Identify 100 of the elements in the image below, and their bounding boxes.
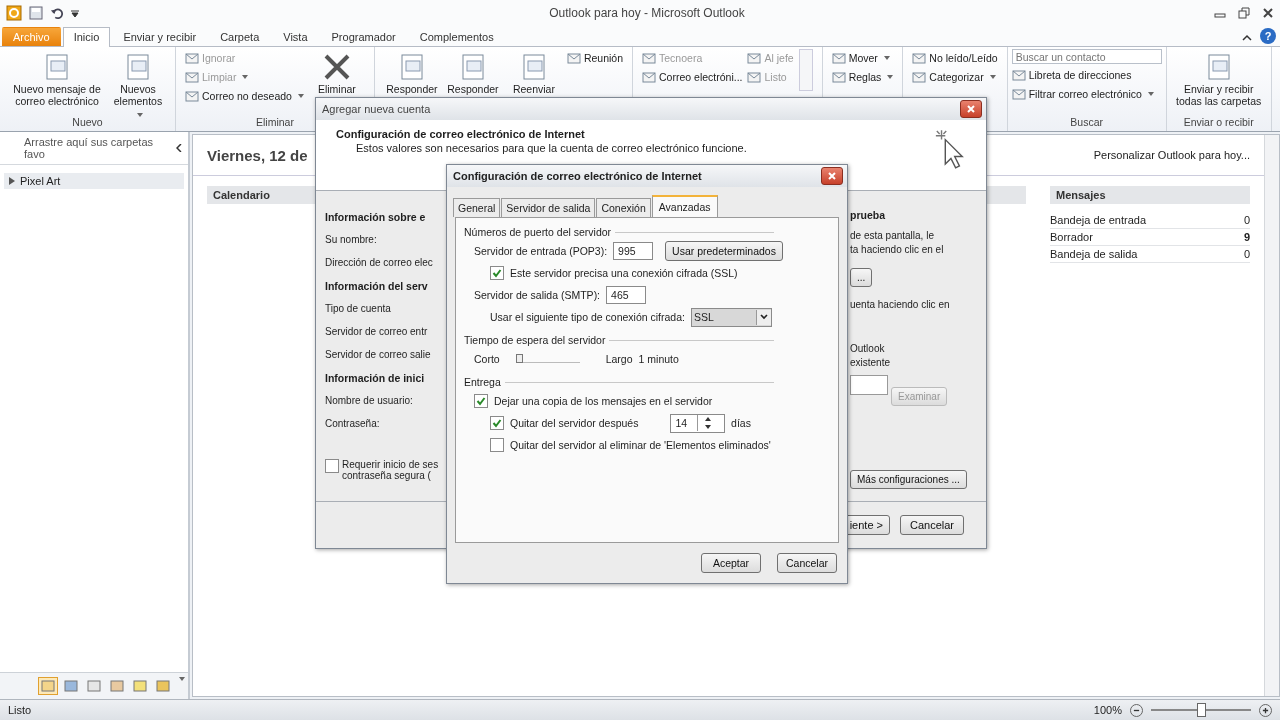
- messages-header: Mensajes: [1050, 186, 1250, 204]
- message-count: 0: [1243, 248, 1250, 260]
- checkbox[interactable]: [490, 438, 504, 452]
- port-field[interactable]: 465: [606, 286, 647, 304]
- ribbon-tab[interactable]: Vista: [272, 27, 319, 46]
- days-spinner[interactable]: 14: [670, 413, 726, 433]
- undo-icon[interactable]: [50, 6, 64, 20]
- ribbon-button[interactable]: Filtrar correo electrónico: [1011, 85, 1162, 102]
- defaults-button[interactable]: Usar predeterminados: [665, 241, 783, 261]
- field-label: Servidor de correo salie: [325, 349, 431, 360]
- dialog-button[interactable]: Aceptar: [701, 553, 761, 573]
- caret-icon: [883, 55, 890, 60]
- ribbon-tab[interactable]: Programador: [320, 27, 407, 46]
- nav-button[interactable]: [61, 677, 81, 695]
- group-label: Eliminar: [255, 116, 295, 130]
- zoom-slider-thumb[interactable]: [1197, 703, 1206, 717]
- chevron-left-icon[interactable]: [176, 144, 182, 152]
- group-label: Enviar o recibir: [1182, 116, 1255, 130]
- collapse-ribbon-icon[interactable]: [1242, 34, 1252, 42]
- checkbox-label: Quitar del servidor después: [510, 417, 639, 429]
- checkbox[interactable]: [490, 416, 504, 430]
- text-fragment: Outlook: [850, 342, 885, 354]
- dialog-tab[interactable]: Avanzadas: [651, 195, 718, 218]
- dialog-tab[interactable]: Servidor de salida: [501, 198, 596, 217]
- delete-button[interactable]: Eliminar: [308, 49, 365, 95]
- close-button[interactable]: [960, 100, 982, 118]
- ribbon-button[interactable]: Correo electróni...: [642, 68, 743, 85]
- dialog-button[interactable]: ...: [850, 268, 873, 287]
- slider-label: Largo: [605, 353, 633, 365]
- close-icon: [827, 171, 837, 181]
- cursor-sparkle-icon: [934, 128, 966, 170]
- dialog-title: Configuración de correo electrónico de Internet: [453, 170, 702, 182]
- ribbon-button[interactable]: Libreta de direcciones: [1011, 66, 1162, 83]
- customize-link[interactable]: Personalizar Outlook para hoy...: [1093, 149, 1250, 161]
- ribbon-button[interactable]: Responder: [444, 49, 501, 95]
- folder-link[interactable]: Bandeja de entrada: [1050, 214, 1147, 226]
- dialog-tab[interactable]: Conexión: [596, 198, 651, 217]
- ribbon-button[interactable]: Enviar y recibir todas las carpetas: [1170, 49, 1267, 107]
- ribbon-button[interactable]: No leído/Leído: [912, 49, 998, 66]
- caret-icon: [179, 677, 185, 681]
- search-contact-field[interactable]: Buscar un contacto: [1011, 49, 1162, 64]
- folder-link[interactable]: Borrador: [1050, 231, 1093, 243]
- checkbox[interactable]: [474, 394, 488, 408]
- ribbon-tab[interactable]: Carpeta: [209, 27, 271, 46]
- ribbon-button[interactable]: Responder: [383, 49, 440, 95]
- field-label: Dirección de correo elec: [325, 257, 433, 268]
- dialog-title: Agregar nueva cuenta: [322, 103, 431, 115]
- ribbon-button[interactable]: Nuevo mensaje de correo electrónico: [9, 49, 105, 107]
- slider-label: Corto: [474, 353, 500, 365]
- dialog-button[interactable]: Cancelar: [900, 515, 964, 535]
- caret-icon: [1147, 91, 1154, 96]
- ribbon-tab[interactable]: Enviar y recibir: [112, 27, 208, 46]
- gallery-scrollbar[interactable]: [798, 49, 813, 91]
- caret-icon: [242, 74, 249, 79]
- group-label: Nuevo: [71, 116, 104, 130]
- customize-dropdown-icon[interactable]: [70, 8, 80, 18]
- close-icon: [966, 104, 976, 114]
- ribbon-button[interactable]: Categorizar: [912, 68, 998, 85]
- ribbon-tab[interactable]: Complementos: [408, 27, 505, 46]
- window-title: Outlook para hoy - Microsoft Outlook: [548, 6, 746, 20]
- restore-icon[interactable]: [1238, 7, 1250, 19]
- chevron-down-icon: [760, 314, 768, 320]
- expand-arrow-icon[interactable]: [8, 177, 16, 185]
- message-count: 0: [1243, 214, 1250, 226]
- field-label: Tipo de cuenta: [325, 303, 391, 314]
- field-label: Su nombre:: [325, 234, 377, 245]
- save-icon[interactable]: [28, 5, 44, 21]
- dialog-button[interactable]: Cancelar: [777, 553, 837, 573]
- section-heading: Información sobre e: [325, 210, 426, 223]
- help-button[interactable]: ?: [1260, 28, 1276, 44]
- checkbox[interactable]: [325, 459, 339, 473]
- ribbon-button[interactable]: Reenviar: [505, 49, 562, 95]
- close-button[interactable]: [821, 167, 843, 185]
- section-heading: Información de inici: [325, 371, 425, 384]
- caret-icon: [136, 113, 143, 117]
- ribbon-button[interactable]: Mover: [831, 49, 894, 66]
- file-path-field[interactable]: [850, 375, 888, 395]
- dialog-button[interactable]: Más configuraciones ...: [850, 470, 967, 489]
- dialog-subtitle: Estos valores son necesarios para que la cuenta de correo electrónico funcione.: [355, 142, 747, 154]
- close-icon[interactable]: [1262, 7, 1274, 19]
- ribbon-button[interactable]: Correo no deseado: [185, 87, 304, 104]
- ribbon-button[interactable]: Nuevos elementos: [110, 49, 166, 119]
- ribbon-tab[interactable]: Inicio: [62, 27, 111, 47]
- timeout-reading: 1 minuto: [638, 353, 679, 365]
- folder-link[interactable]: Bandeja de salida: [1050, 248, 1138, 260]
- folder-item[interactable]: Pixel Art: [4, 173, 184, 189]
- ribbon-button[interactable]: Reunión: [566, 49, 624, 66]
- nav-button[interactable]: [107, 677, 127, 695]
- field-label: Servidor de entrada (POP3):: [474, 245, 608, 257]
- encryption-dropdown[interactable]: SSL: [690, 307, 772, 327]
- checkbox[interactable]: [490, 266, 504, 280]
- nav-button[interactable]: [153, 677, 173, 695]
- group-label: Buscar: [1069, 116, 1104, 130]
- dialog-tab[interactable]: General: [453, 198, 501, 217]
- port-field[interactable]: 995: [613, 242, 654, 260]
- text-fragment: ta haciendo clic en el: [850, 243, 944, 255]
- slider-thumb[interactable]: [515, 353, 523, 363]
- section-heading: Tiempo de espera del servidor: [464, 334, 606, 346]
- ribbon-button[interactable]: Reglas: [831, 68, 894, 85]
- scrollbar[interactable]: [1264, 135, 1279, 696]
